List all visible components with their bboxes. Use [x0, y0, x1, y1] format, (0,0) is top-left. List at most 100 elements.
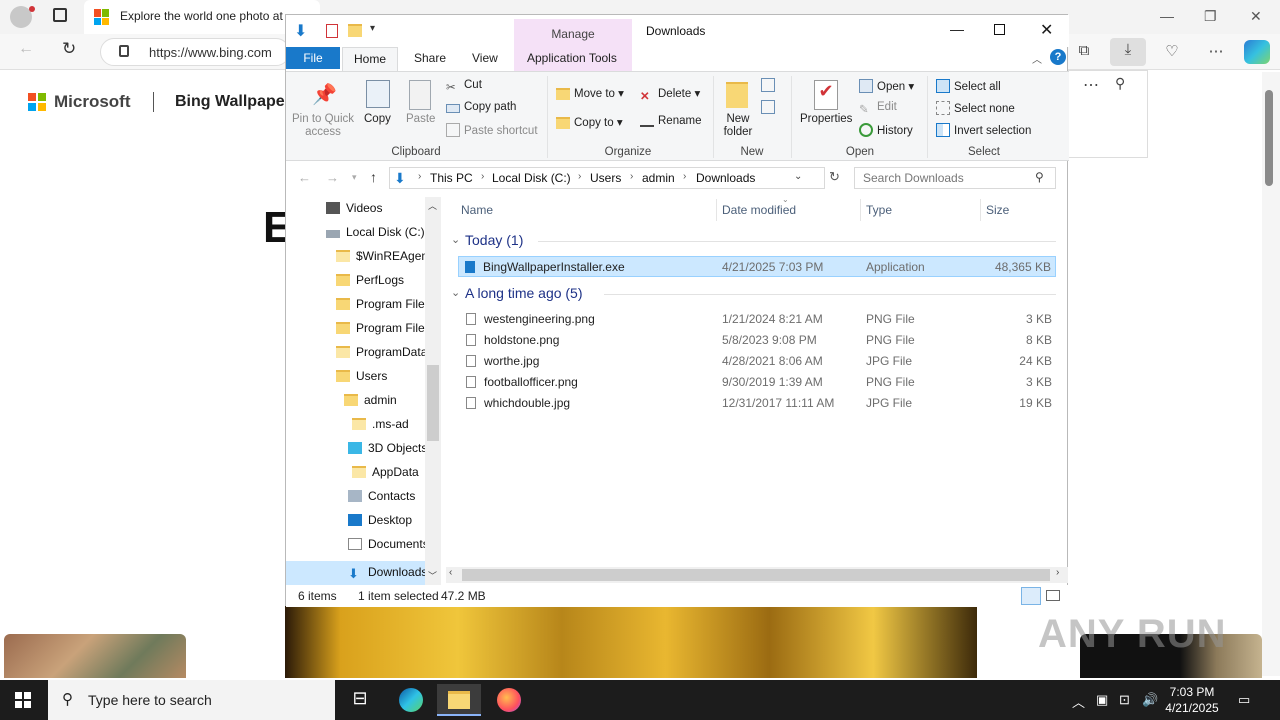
windows-start-icon[interactable] — [15, 692, 31, 708]
quick-access-dropdown-icon[interactable]: ▾ — [370, 23, 375, 34]
breadcrumb-users[interactable]: Users — [590, 171, 621, 185]
nav-item-videos[interactable]: Videos — [326, 201, 382, 225]
properties-quick-icon[interactable] — [326, 24, 338, 38]
new-folder-button[interactable]: New folder — [718, 113, 758, 139]
downloads-icon[interactable]: ⤓ — [1110, 38, 1146, 66]
nav-item-users[interactable]: Users — [336, 369, 387, 393]
scroll-right-icon[interactable]: › — [1056, 567, 1059, 578]
settings-more-icon[interactable]: ⋯ — [1204, 42, 1228, 62]
address-dropdown-icon[interactable]: ⌄ — [794, 171, 802, 182]
nav-item-contacts[interactable]: Contacts — [348, 489, 415, 513]
copy-button[interactable]: Copy — [364, 113, 391, 125]
nav-item-programdata[interactable]: ProgramData — [336, 345, 427, 369]
nav-item-desktop[interactable]: Desktop — [348, 513, 412, 537]
file-row[interactable]: worthe.jpg 4/28/2021 8:06 AM JPG File 24… — [458, 351, 1056, 371]
group-header-today[interactable]: Today (1) — [465, 232, 523, 248]
refresh-icon[interactable]: ↻ — [829, 169, 840, 185]
file-row[interactable]: whichdouble.jpg 12/31/2017 11:11 AM JPG … — [458, 393, 1056, 413]
nav-item-local-disk[interactable]: Local Disk (C:) — [326, 225, 425, 249]
tab-application-tools[interactable]: Application Tools — [527, 51, 617, 65]
browser-essentials-icon[interactable]: ♡ — [1160, 42, 1184, 62]
scroll-down-icon[interactable]: ﹀ — [428, 569, 437, 582]
breadcrumb-this-pc[interactable]: This PC — [430, 171, 473, 185]
easy-access-icon[interactable] — [761, 100, 775, 114]
tab-view[interactable]: View — [472, 51, 498, 65]
collapse-ribbon-icon[interactable]: ︿ — [1032, 51, 1042, 66]
close-icon[interactable]: ✕ — [1040, 20, 1053, 40]
page-scrollbar-thumb[interactable] — [1265, 90, 1273, 186]
column-divider[interactable] — [716, 199, 717, 221]
nav-item-appdata[interactable]: AppData — [352, 465, 419, 489]
paste-shortcut-button[interactable]: Paste shortcut — [446, 123, 538, 137]
taskbar-search-box[interactable]: ⚲ Type here to search — [48, 680, 335, 720]
minimize-icon[interactable]: — — [950, 21, 964, 37]
site-title[interactable]: Bing Wallpaper — [175, 93, 291, 111]
group-collapse-icon[interactable]: ⌄ — [451, 233, 460, 246]
move-to-button[interactable]: Move to ▾ — [556, 86, 624, 100]
show-hidden-icons-icon[interactable]: ︿ — [1072, 692, 1085, 711]
properties-button[interactable]: Properties — [800, 113, 852, 125]
large-icons-view-icon[interactable] — [1046, 590, 1060, 601]
column-divider[interactable] — [980, 199, 981, 221]
browser-restore-icon[interactable]: ❐ — [1204, 8, 1217, 25]
file-row[interactable]: westengineering.png 1/21/2024 8:21 AM PN… — [458, 309, 1056, 329]
copy-to-button[interactable]: Copy to ▾ — [556, 115, 623, 129]
rename-button[interactable]: Rename — [640, 115, 701, 127]
browser-close-icon[interactable]: ✕ — [1250, 8, 1262, 25]
help-icon[interactable]: ? — [1050, 49, 1066, 65]
nav-item-3d-objects[interactable]: 3D Objects — [348, 441, 427, 465]
refresh-icon[interactable]: ↻ — [62, 39, 76, 59]
details-view-icon[interactable] — [1021, 587, 1041, 605]
more-options-icon[interactable]: ⋯ — [1083, 75, 1099, 95]
breadcrumb-chevron-icon[interactable]: › — [418, 171, 421, 182]
file-row[interactable]: BingWallpaperInstaller.exe 4/21/2025 7:0… — [458, 256, 1056, 277]
search-icon[interactable]: ⚲ — [1035, 170, 1044, 184]
volume-icon[interactable]: 🔊 — [1142, 692, 1158, 708]
back-icon[interactable]: ← — [18, 40, 34, 58]
nav-item-program-files-x86[interactable]: Program Files — [336, 321, 431, 345]
pin-icon[interactable]: ⚲ — [1115, 75, 1125, 92]
scroll-up-icon[interactable]: ︿ — [428, 199, 437, 212]
wallpaper-thumbnail-left[interactable] — [4, 634, 186, 678]
breadcrumb-downloads[interactable]: Downloads — [696, 171, 755, 185]
breadcrumb-admin[interactable]: admin — [642, 171, 675, 185]
nav-up-icon[interactable]: ↑ — [370, 169, 377, 185]
taskbar-file-explorer-app[interactable] — [437, 684, 481, 716]
column-header-size[interactable]: Size — [986, 203, 1009, 217]
history-button[interactable]: History — [859, 123, 913, 137]
breadcrumb-chevron-icon[interactable]: › — [630, 171, 633, 182]
taskbar-clock[interactable]: 7:03 PM 4/21/2025 — [1160, 684, 1224, 716]
tab-file[interactable]: File — [286, 47, 340, 69]
copy-path-button[interactable]: Copy path — [446, 101, 516, 113]
paste-button[interactable]: Paste — [406, 113, 435, 125]
nav-item-documents[interactable]: Documents — [348, 537, 429, 561]
nav-forward-icon[interactable]: → — [326, 170, 339, 185]
search-input[interactable]: Search Downloads ⚲ — [854, 167, 1056, 189]
scroll-left-icon[interactable]: ‹ — [449, 567, 452, 578]
nav-back-icon[interactable]: ← — [298, 170, 311, 185]
pin-to-quick-access-button[interactable]: Pin to Quick access — [290, 113, 356, 139]
address-bar[interactable]: https://www.bing.com — [100, 38, 290, 66]
invert-selection-button[interactable]: Invert selection — [936, 123, 1031, 137]
file-row[interactable]: footballofficer.png 9/30/2019 1:39 AM PN… — [458, 372, 1056, 392]
new-folder-quick-icon[interactable] — [348, 24, 362, 37]
select-none-button[interactable]: Select none — [936, 101, 1015, 115]
network-icon[interactable]: ⊡ — [1119, 692, 1130, 708]
breadcrumb[interactable]: ⬇ › This PC › Local Disk (C:) › Users › … — [389, 167, 825, 189]
group-collapse-icon[interactable]: ⌄ — [451, 286, 460, 299]
nav-item-winreagent[interactable]: $WinREAgent — [336, 249, 431, 273]
devices-icon[interactable]: ▣ — [1096, 692, 1108, 708]
tab-share[interactable]: Share — [414, 51, 446, 65]
group-header-a-long-time-ago[interactable]: A long time ago (5) — [465, 285, 583, 301]
maximize-icon[interactable] — [994, 24, 1005, 35]
new-item-icon[interactable] — [761, 78, 775, 92]
delete-button[interactable]: ✕ Delete ▾ — [640, 86, 700, 103]
nav-item-program-files[interactable]: Program Files — [336, 297, 431, 321]
collections-icon[interactable]: ⧉ — [1072, 42, 1096, 62]
copilot-icon[interactable] — [1244, 40, 1270, 64]
breadcrumb-chevron-icon[interactable]: › — [683, 171, 686, 182]
select-all-button[interactable]: Select all — [936, 79, 1001, 93]
tab-home[interactable]: Home — [342, 47, 398, 71]
notifications-icon[interactable]: ▭ — [1238, 692, 1250, 708]
column-header-type[interactable]: Type — [866, 203, 892, 217]
